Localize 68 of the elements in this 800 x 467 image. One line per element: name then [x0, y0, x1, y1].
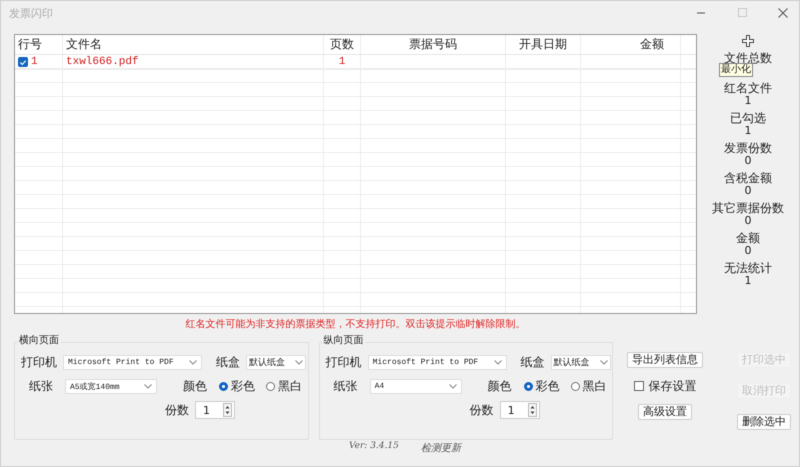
field-label: 纸张 [334, 378, 358, 394]
dropdown[interactable]: A4 [370, 378, 462, 394]
chevron-down-icon [494, 360, 502, 364]
version-text: Ver: 3.4.15 [349, 441, 399, 453]
column-header[interactable]: 金额 [581, 35, 681, 54]
stat-label: 其它票据份数 [712, 201, 784, 215]
stat-value: 0 [744, 185, 752, 197]
stat-value: 0 [744, 215, 752, 227]
column-header[interactable]: 页数 [324, 35, 361, 54]
field-label: 打印机 [326, 354, 362, 370]
copies-spinner[interactable]: 1 [195, 401, 235, 419]
column-header[interactable]: 文件名 [63, 35, 324, 54]
chevron-down-icon [448, 384, 457, 388]
settings-button[interactable]: 高级设置 [638, 404, 692, 420]
field-label: 颜色 [183, 378, 207, 394]
spin-arrows-icon[interactable] [528, 403, 537, 417]
dropdown[interactable]: 默认纸盒 [550, 354, 611, 370]
field-label: 颜色 [488, 378, 512, 394]
close-icon[interactable] [777, 7, 789, 19]
table-cell: txwl666.pdf [66, 56, 139, 68]
dropdown[interactable]: A5或宽140mm [65, 378, 157, 394]
stat-value: 1 [744, 125, 752, 137]
stat-label: 红名文件 [724, 81, 772, 95]
stat-label: 发票份数 [724, 141, 772, 155]
export-button[interactable]: 导出列表信息 [627, 352, 704, 368]
column-header[interactable]: 开具日期 [506, 35, 581, 54]
save-settings-checkbox[interactable]: 保存设置 [634, 378, 697, 394]
copies-spinner[interactable]: 1 [500, 401, 540, 419]
chevron-down-icon [295, 360, 303, 364]
field-label: 纸盒 [216, 354, 240, 370]
chevron-down-icon [600, 360, 608, 364]
table-cell: 1 [31, 56, 38, 68]
dropdown[interactable]: Microsoft Print to PDF [63, 354, 202, 370]
stat-label: 文件总数 [724, 51, 772, 65]
delete-button[interactable]: 删除选中 [737, 414, 792, 430]
window-title: 发票闪印 [9, 6, 53, 20]
radio-option[interactable]: 黑白 [266, 378, 302, 394]
field-label: 打印机 [21, 354, 57, 370]
row-checkbox[interactable] [18, 57, 28, 67]
field-label: 份数 [470, 402, 494, 418]
stat-label: 已勾选 [730, 111, 766, 125]
radio-option[interactable]: 彩色 [219, 378, 255, 394]
dropdown[interactable]: 默认纸盒 [246, 354, 306, 370]
table-cell: 1 [338, 56, 346, 68]
radio-option[interactable]: 黑白 [570, 378, 607, 394]
group-title: 纵向页面 [322, 333, 366, 347]
column-header[interactable]: 行号 [15, 35, 63, 54]
warning-text[interactable]: 红名文件可能为非支持的票据类型，不支持打印。双击该提示临时解除限制。 [14, 318, 697, 331]
field-label: 纸张 [29, 378, 53, 394]
stat-label: 金额 [736, 231, 760, 245]
chevron-down-icon [144, 384, 152, 388]
add-icon[interactable] [742, 35, 754, 47]
stat-label: 无法统计 [724, 261, 772, 275]
field-label: 份数 [165, 402, 189, 418]
stat-label: 含税金额 [724, 171, 772, 185]
chevron-down-icon [189, 360, 197, 364]
spin-arrows-icon[interactable] [223, 403, 232, 417]
update-link[interactable]: 检测更新 [420, 441, 461, 455]
stat-value: 0 [744, 245, 752, 257]
field-label: 纸盒 [520, 354, 545, 370]
radio-option[interactable]: 彩色 [524, 378, 560, 394]
stat-value: 0 [744, 155, 752, 167]
stat-value: 1 [744, 275, 752, 287]
column-header[interactable]: 票据号码 [361, 35, 506, 54]
dropdown[interactable]: Microsoft Print to PDF [368, 354, 507, 370]
group-title: 横向页面 [17, 333, 61, 347]
stat-value: 1 [744, 95, 752, 107]
tooltip: 最小化 [719, 63, 753, 77]
